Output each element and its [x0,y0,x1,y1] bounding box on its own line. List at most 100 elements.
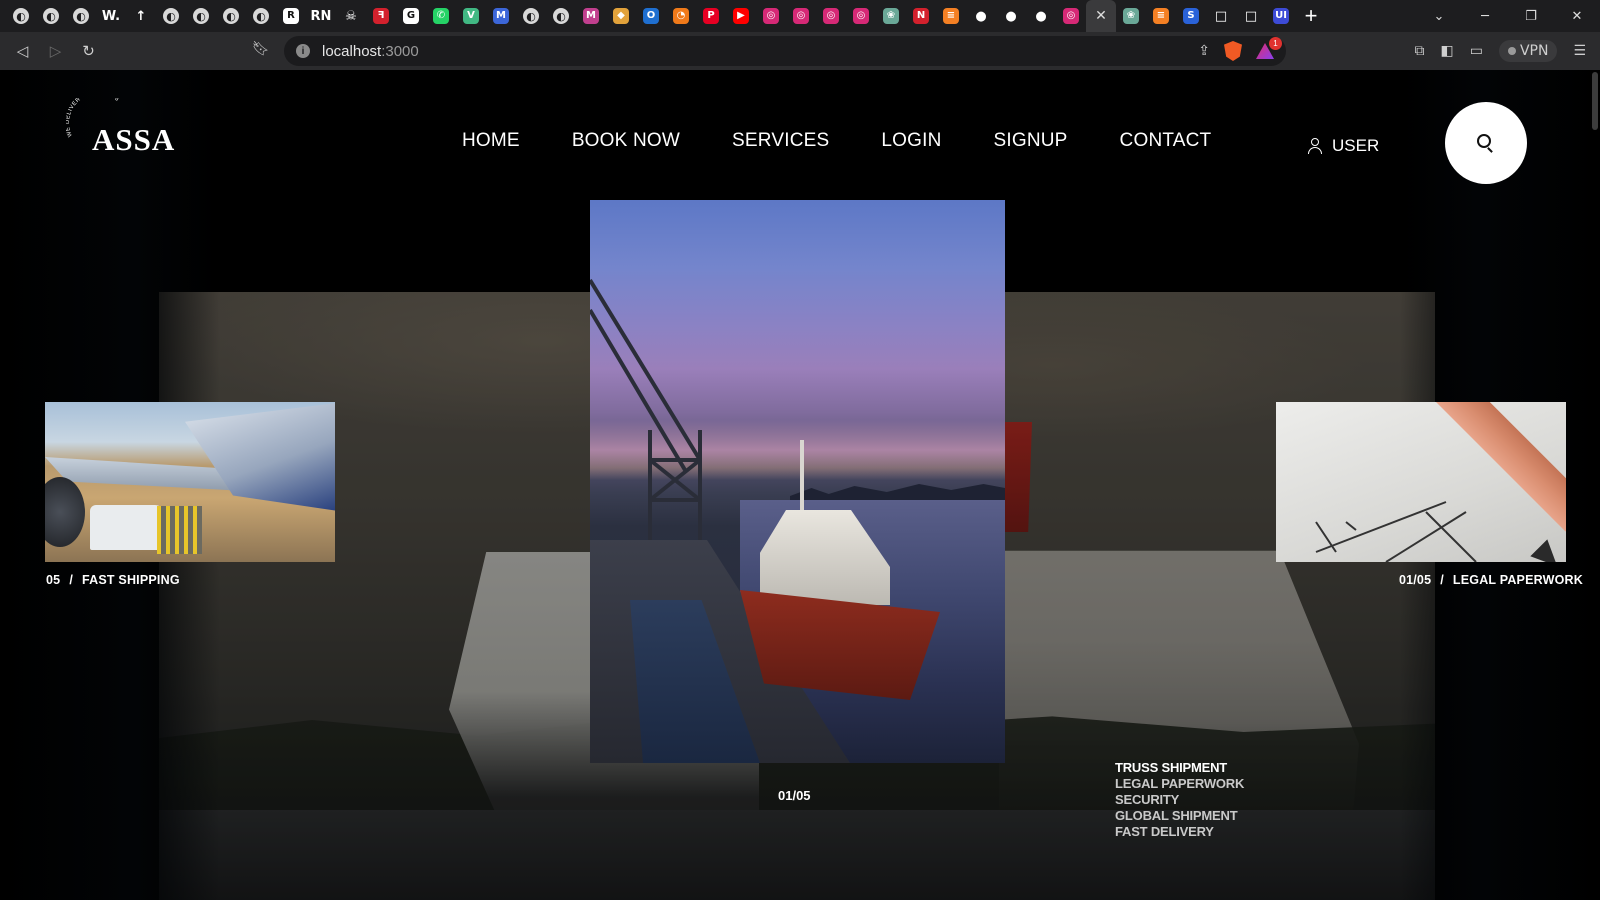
browser-tab[interactable]: UI [1266,0,1296,32]
share-icon[interactable]: ⇪ [1198,43,1210,59]
instagram-icon: ◎ [1063,8,1079,24]
browser-tab[interactable]: ◐ [156,0,186,32]
nav-home[interactable]: HOME [462,130,520,152]
browser-tab[interactable]: G [396,0,426,32]
prev-slide-caption[interactable]: 05/FAST SHIPPING [46,573,180,587]
swirl-icon: S [1183,8,1199,24]
browser-tab[interactable]: ● [966,0,996,32]
browser-tab[interactable]: ↑ [126,0,156,32]
extensions-icon[interactable]: ⧉ [1414,43,1424,59]
arrow-icon: ↑ [135,8,147,24]
browser-tab[interactable]: S [1176,0,1206,32]
forward-icon[interactable]: ▷ [39,42,72,60]
browser-tab[interactable]: M [486,0,516,32]
browser-tab[interactable]: ≡ [936,0,966,32]
browser-tab[interactable]: N [906,0,936,32]
address-bar[interactable]: i localhost:3000 ⇪ 1 [284,36,1286,66]
browser-tab[interactable]: ▶ [726,0,756,32]
r-icon: R [283,8,299,24]
prev-slide-thumbnail[interactable] [45,402,335,562]
github-icon: ● [975,8,987,24]
close-window-button[interactable]: ✕ [1554,9,1600,24]
url-text[interactable]: localhost:3000 [322,43,419,60]
browser-tab[interactable]: ◎ [786,0,816,32]
menu-icon[interactable]: ☰ [1573,43,1586,59]
service-list-item[interactable]: SECURITY [1115,792,1244,808]
browser-tab[interactable]: ☠ [336,0,366,32]
browser-tab[interactable]: V [456,0,486,32]
brave-shields-icon[interactable] [1224,41,1242,61]
browser-tab[interactable]: ◎ [1056,0,1086,32]
rn-icon: RN [310,8,332,24]
bookmark-icon[interactable]: 🔖︎ [252,41,270,57]
browser-tab[interactable]: M [576,0,606,32]
sidebar-icon[interactable]: ◧ [1440,43,1453,59]
skull-icon: ☠ [345,8,357,24]
close-icon[interactable]: ✕ [1093,8,1109,24]
browser-tab[interactable]: ◐ [216,0,246,32]
nav-services[interactable]: SERVICES [732,130,829,152]
w-icon: W. [101,8,121,24]
next-slide-thumbnail[interactable] [1276,402,1566,562]
nav-login[interactable]: LOGIN [881,130,941,152]
browser-tab[interactable]: O [636,0,666,32]
browser-tab[interactable]: □ [1206,0,1236,32]
service-list-item[interactable]: TRUSS SHIPMENT [1115,760,1244,776]
browser-tab[interactable]: RN [306,0,336,32]
search-button[interactable] [1445,102,1527,184]
site-info-icon[interactable]: i [296,44,310,58]
browser-tab[interactable]: ◎ [756,0,786,32]
browser-tab[interactable]: ◆ [606,0,636,32]
browser-tab[interactable]: ◐ [36,0,66,32]
user-icon [1308,138,1323,154]
globe-icon: ◐ [223,8,239,24]
browser-tab[interactable]: ◎ [846,0,876,32]
browser-tab[interactable]: ◐ [66,0,96,32]
new-tab-button[interactable]: + [1296,0,1326,32]
service-list-item[interactable]: FAST DELIVERY [1115,824,1244,840]
page-scrollbar[interactable] [1592,72,1598,130]
browser-tab[interactable]: ◐ [6,0,36,32]
browser-tab[interactable]: R [276,0,306,32]
restore-button[interactable]: ❐ [1508,9,1554,24]
vpn-button[interactable]: VPN [1498,40,1558,62]
browser-tab[interactable]: ◐ [546,0,576,32]
browser-tab[interactable]: W. [96,0,126,32]
globe-icon: ◐ [73,8,89,24]
tab-search-icon[interactable]: ⌄ [1416,9,1462,24]
nav-signup[interactable]: SIGNUP [994,130,1068,152]
browser-tab[interactable]: P [696,0,726,32]
browser-tab[interactable]: ◐ [516,0,546,32]
browser-tab[interactable]: ❀ [1116,0,1146,32]
browser-tab[interactable]: ● [1026,0,1056,32]
globe-icon: ◐ [523,8,539,24]
site-logo[interactable]: WE DELIVER HAPPINESS ASSA [66,98,176,160]
brave-rewards-icon[interactable]: 1 [1256,37,1282,59]
browser-tab[interactable]: ● [996,0,1026,32]
browser-tab[interactable]: ✆ [426,0,456,32]
browser-tab[interactable]: □ [1236,0,1266,32]
next-slide-caption[interactable]: 01/05/LEGAL PAPERWORK [1399,573,1583,587]
back-icon[interactable]: ◁ [6,42,39,60]
browser-tab[interactable]: ◐ [246,0,276,32]
browser-tab[interactable]: ✕ [1086,0,1116,32]
browser-tab[interactable]: ≡ [1146,0,1176,32]
minimize-button[interactable]: ─ [1462,9,1508,24]
reload-icon[interactable]: ↻ [72,42,105,60]
stack-icon: ≡ [943,8,959,24]
service-list-item[interactable]: LEGAL PAPERWORK [1115,776,1244,792]
user-menu[interactable]: USER [1308,136,1379,156]
instagram-icon: ◎ [853,8,869,24]
nav-book-now[interactable]: BOOK NOW [572,130,680,152]
browser-tab[interactable]: ◎ [816,0,846,32]
notion-icon: N [913,8,929,24]
browser-tab[interactable]: ꟻ [366,0,396,32]
service-list-item[interactable]: GLOBAL SHIPMENT [1115,808,1244,824]
browser-tab[interactable]: ◔ [666,0,696,32]
slide-main-image[interactable] [590,200,1005,763]
browser-tab[interactable]: ◐ [186,0,216,32]
wallet-icon[interactable]: ▭ [1470,43,1483,59]
nav-contact[interactable]: CONTACT [1120,130,1212,152]
vue-icon: V [463,8,479,24]
browser-tab[interactable]: ❀ [876,0,906,32]
